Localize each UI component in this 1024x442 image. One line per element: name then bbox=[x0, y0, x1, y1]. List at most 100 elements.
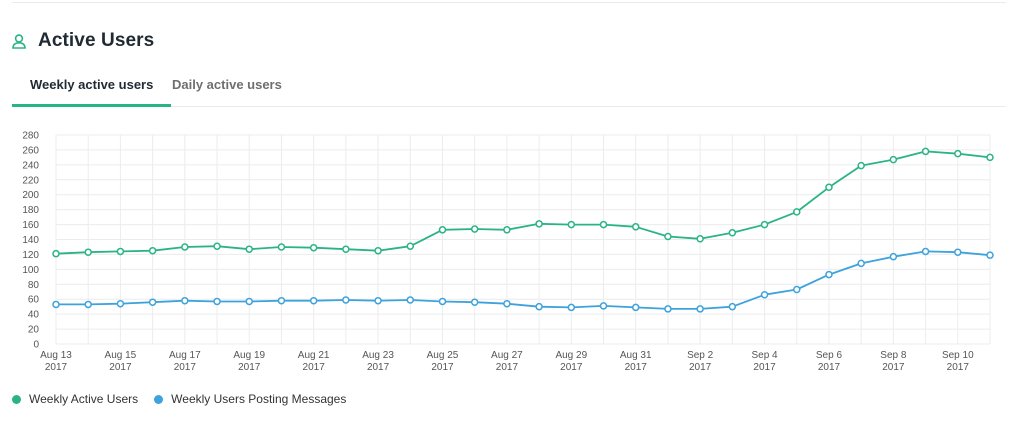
x-tick-year-label: 2017 bbox=[431, 362, 454, 373]
data-point bbox=[52, 249, 60, 258]
data-point bbox=[245, 245, 253, 253]
x-tick-year-label: 2017 bbox=[560, 362, 583, 373]
data-point bbox=[889, 252, 898, 261]
data-point bbox=[84, 248, 92, 256]
y-tick-label: 40 bbox=[28, 310, 40, 321]
data-point bbox=[728, 229, 737, 237]
data-point bbox=[438, 297, 447, 306]
y-tick-label: 280 bbox=[22, 131, 39, 142]
data-point bbox=[374, 246, 382, 255]
data-point bbox=[503, 226, 511, 234]
data-point bbox=[567, 220, 576, 229]
x-tick-label: Sep 4 bbox=[751, 350, 778, 361]
data-point bbox=[696, 305, 704, 313]
x-tick-label: Aug 17 bbox=[169, 350, 201, 361]
y-tick-label: 240 bbox=[22, 160, 39, 171]
legend-dot-icon bbox=[154, 394, 164, 404]
section-header: Active Users bbox=[12, 30, 154, 52]
data-point bbox=[277, 296, 286, 305]
data-point bbox=[921, 247, 930, 256]
x-tick-label: Aug 27 bbox=[491, 350, 523, 361]
data-point bbox=[631, 223, 640, 231]
y-tick-label: 260 bbox=[22, 145, 39, 156]
tab-weekly-active-users[interactable]: Weekly active users bbox=[12, 70, 172, 107]
data-point bbox=[793, 208, 801, 216]
y-tick-label: 100 bbox=[22, 265, 39, 276]
chart-legend: Weekly Active Users Weekly Users Posting… bbox=[12, 392, 346, 406]
x-tick-year-label: 2017 bbox=[109, 362, 132, 373]
data-point bbox=[52, 300, 60, 309]
data-point bbox=[825, 183, 833, 191]
series-line-2 bbox=[56, 250, 991, 310]
data-point bbox=[567, 303, 576, 312]
x-tick-label: Aug 25 bbox=[427, 350, 459, 361]
y-tick-label: 140 bbox=[22, 235, 39, 246]
y-tick-label: 180 bbox=[22, 205, 39, 216]
x-tick-label: Aug 31 bbox=[620, 350, 652, 361]
y-tick-label: 120 bbox=[22, 250, 39, 261]
x-tick-label: Sep 2 bbox=[687, 350, 714, 361]
data-point bbox=[245, 297, 253, 306]
top-divider bbox=[12, 2, 1006, 3]
x-tick-label: Sep 6 bbox=[816, 350, 843, 361]
data-point bbox=[374, 296, 382, 305]
data-point bbox=[116, 299, 125, 308]
x-tick-year-label: 2017 bbox=[45, 362, 68, 373]
data-point bbox=[760, 290, 769, 299]
data-point bbox=[406, 296, 415, 304]
data-point bbox=[857, 259, 865, 268]
data-point bbox=[309, 296, 318, 305]
x-tick-year-label: 2017 bbox=[174, 362, 197, 373]
data-point bbox=[921, 147, 930, 156]
data-point bbox=[148, 246, 157, 255]
data-point bbox=[825, 270, 833, 279]
data-point bbox=[599, 302, 608, 310]
x-tick-year-label: 2017 bbox=[947, 362, 970, 373]
page-title: Active Users bbox=[38, 30, 155, 51]
data-point bbox=[116, 247, 125, 256]
x-tick-label: Aug 21 bbox=[298, 350, 330, 361]
legend-item-weekly-active-users[interactable]: Weekly Active Users bbox=[12, 392, 138, 406]
x-tick-label: Aug 15 bbox=[105, 350, 137, 361]
data-point bbox=[470, 298, 479, 306]
data-point bbox=[406, 242, 415, 250]
y-tick-label: 160 bbox=[22, 220, 39, 231]
series-line-1 bbox=[55, 150, 991, 255]
legend-item-weekly-users-posting-messages[interactable]: Weekly Users Posting Messages bbox=[154, 392, 346, 406]
data-point bbox=[889, 155, 898, 164]
legend-dot-icon bbox=[12, 394, 21, 404]
data-point bbox=[696, 235, 704, 243]
data-point bbox=[631, 303, 640, 312]
data-point bbox=[342, 296, 350, 304]
data-point bbox=[503, 299, 511, 308]
x-tick-label: Sep 8 bbox=[880, 350, 907, 361]
data-point bbox=[664, 232, 672, 241]
y-tick-label: 20 bbox=[28, 325, 40, 336]
data-point bbox=[309, 243, 318, 252]
data-point bbox=[181, 243, 189, 251]
data-point bbox=[181, 296, 189, 305]
x-tick-year-label: 2017 bbox=[882, 362, 905, 373]
data-point bbox=[148, 298, 157, 306]
data-point bbox=[954, 248, 962, 256]
y-tick-label: 80 bbox=[28, 280, 40, 291]
data-point bbox=[470, 225, 479, 233]
x-tick-year-label: 2017 bbox=[689, 362, 712, 373]
user-icon bbox=[12, 33, 26, 49]
data-point bbox=[438, 226, 447, 234]
data-point bbox=[986, 153, 994, 162]
data-point bbox=[84, 300, 92, 309]
legend-label: Weekly Users Posting Messages bbox=[171, 392, 347, 406]
data-point bbox=[857, 161, 865, 170]
x-tick-year-label: 2017 bbox=[753, 362, 776, 373]
x-tick-year-label: 2017 bbox=[303, 362, 326, 373]
data-point bbox=[664, 305, 672, 313]
data-point bbox=[213, 297, 221, 306]
x-tick-label: Aug 13 bbox=[40, 350, 72, 361]
y-tick-label: 0 bbox=[33, 340, 39, 351]
data-point bbox=[954, 149, 962, 158]
tab-daily-active-users[interactable]: Daily active users bbox=[172, 70, 282, 104]
data-point bbox=[986, 251, 994, 259]
line-chart: 0 20 40 60 80 100 120 140 160 180 200 220 240 260 280 A… bbox=[22, 131, 994, 373]
x-tick-label: Aug 29 bbox=[555, 350, 587, 361]
